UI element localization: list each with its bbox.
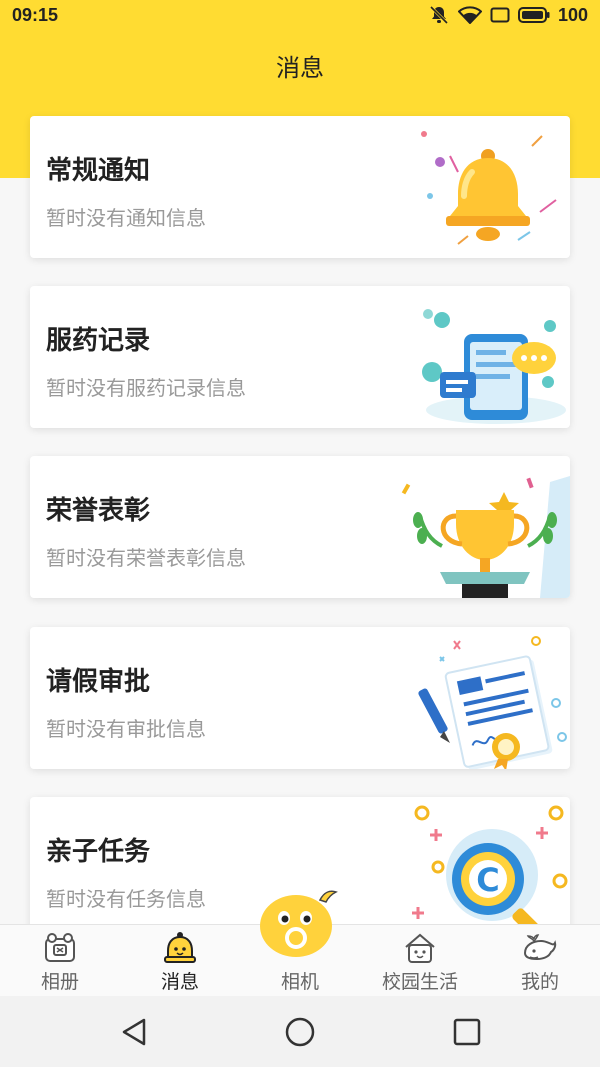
status-bar: 09:15 100 (0, 0, 600, 30)
tab-label: 相机 (280, 971, 319, 993)
bell-illustration-icon (421, 131, 557, 245)
card-subtitle: 暂时没有任务信息 (46, 887, 206, 911)
card-subtitle: 暂时没有审批信息 (46, 717, 206, 741)
card-leave-approval[interactable]: 请假审批 暂时没有审批信息 (30, 627, 570, 769)
screen-icon (490, 7, 510, 23)
card-subtitle: 暂时没有荣誉表彰信息 (46, 546, 246, 570)
tab-mine[interactable]: 我的 (480, 925, 600, 997)
tab-album[interactable]: 相册 (0, 925, 120, 997)
card-medication-record[interactable]: 服药记录 暂时没有服药记录信息 (30, 286, 570, 428)
bell-face-icon (164, 932, 196, 963)
card-title: 请假审批 (46, 667, 151, 697)
phone-chat-illustration-icon (422, 309, 566, 424)
system-navigation-bar (0, 996, 600, 1067)
svg-text:C: C (476, 861, 499, 899)
trophy-illustration-icon (401, 476, 570, 598)
status-time: 09:15 (12, 4, 59, 25)
tab-label: 消息 (160, 971, 199, 993)
card-subtitle: 暂时没有通知信息 (46, 206, 206, 230)
whale-icon (523, 934, 557, 961)
school-house-icon (405, 933, 435, 963)
camera-blob-icon[interactable] (258, 888, 340, 960)
wifi-icon (457, 6, 482, 24)
notifications-off-icon (429, 5, 449, 25)
tab-label: 我的 (520, 971, 559, 993)
card-honor-award[interactable]: 荣誉表彰 暂时没有荣誉表彰信息 (30, 456, 570, 598)
tab-messages[interactable]: 消息 (120, 925, 240, 997)
document-pen-illustration-icon (418, 636, 567, 769)
card-title: 服药记录 (46, 326, 151, 356)
battery-icon (517, 7, 550, 23)
card-title: 荣誉表彰 (46, 496, 151, 526)
home-icon[interactable] (284, 1016, 316, 1048)
tab-campus-life[interactable]: 校园生活 (360, 925, 480, 997)
album-icon (45, 933, 75, 962)
card-general-notice[interactable]: 常规通知 暂时没有通知信息 (30, 116, 570, 258)
magnifier-c-illustration-icon: C (412, 805, 568, 938)
card-subtitle: 暂时没有服药记录信息 (46, 376, 246, 400)
back-icon[interactable] (118, 1016, 150, 1048)
tab-label: 校园生活 (381, 971, 458, 993)
battery-level: 100 (557, 4, 588, 25)
tab-label: 相册 (40, 971, 79, 993)
page-title: 消息 (276, 54, 324, 82)
status-icons: 100 (428, 5, 588, 26)
card-title: 常规通知 (46, 156, 151, 186)
card-title: 亲子任务 (46, 837, 151, 867)
recent-apps-icon[interactable] (451, 1016, 483, 1048)
